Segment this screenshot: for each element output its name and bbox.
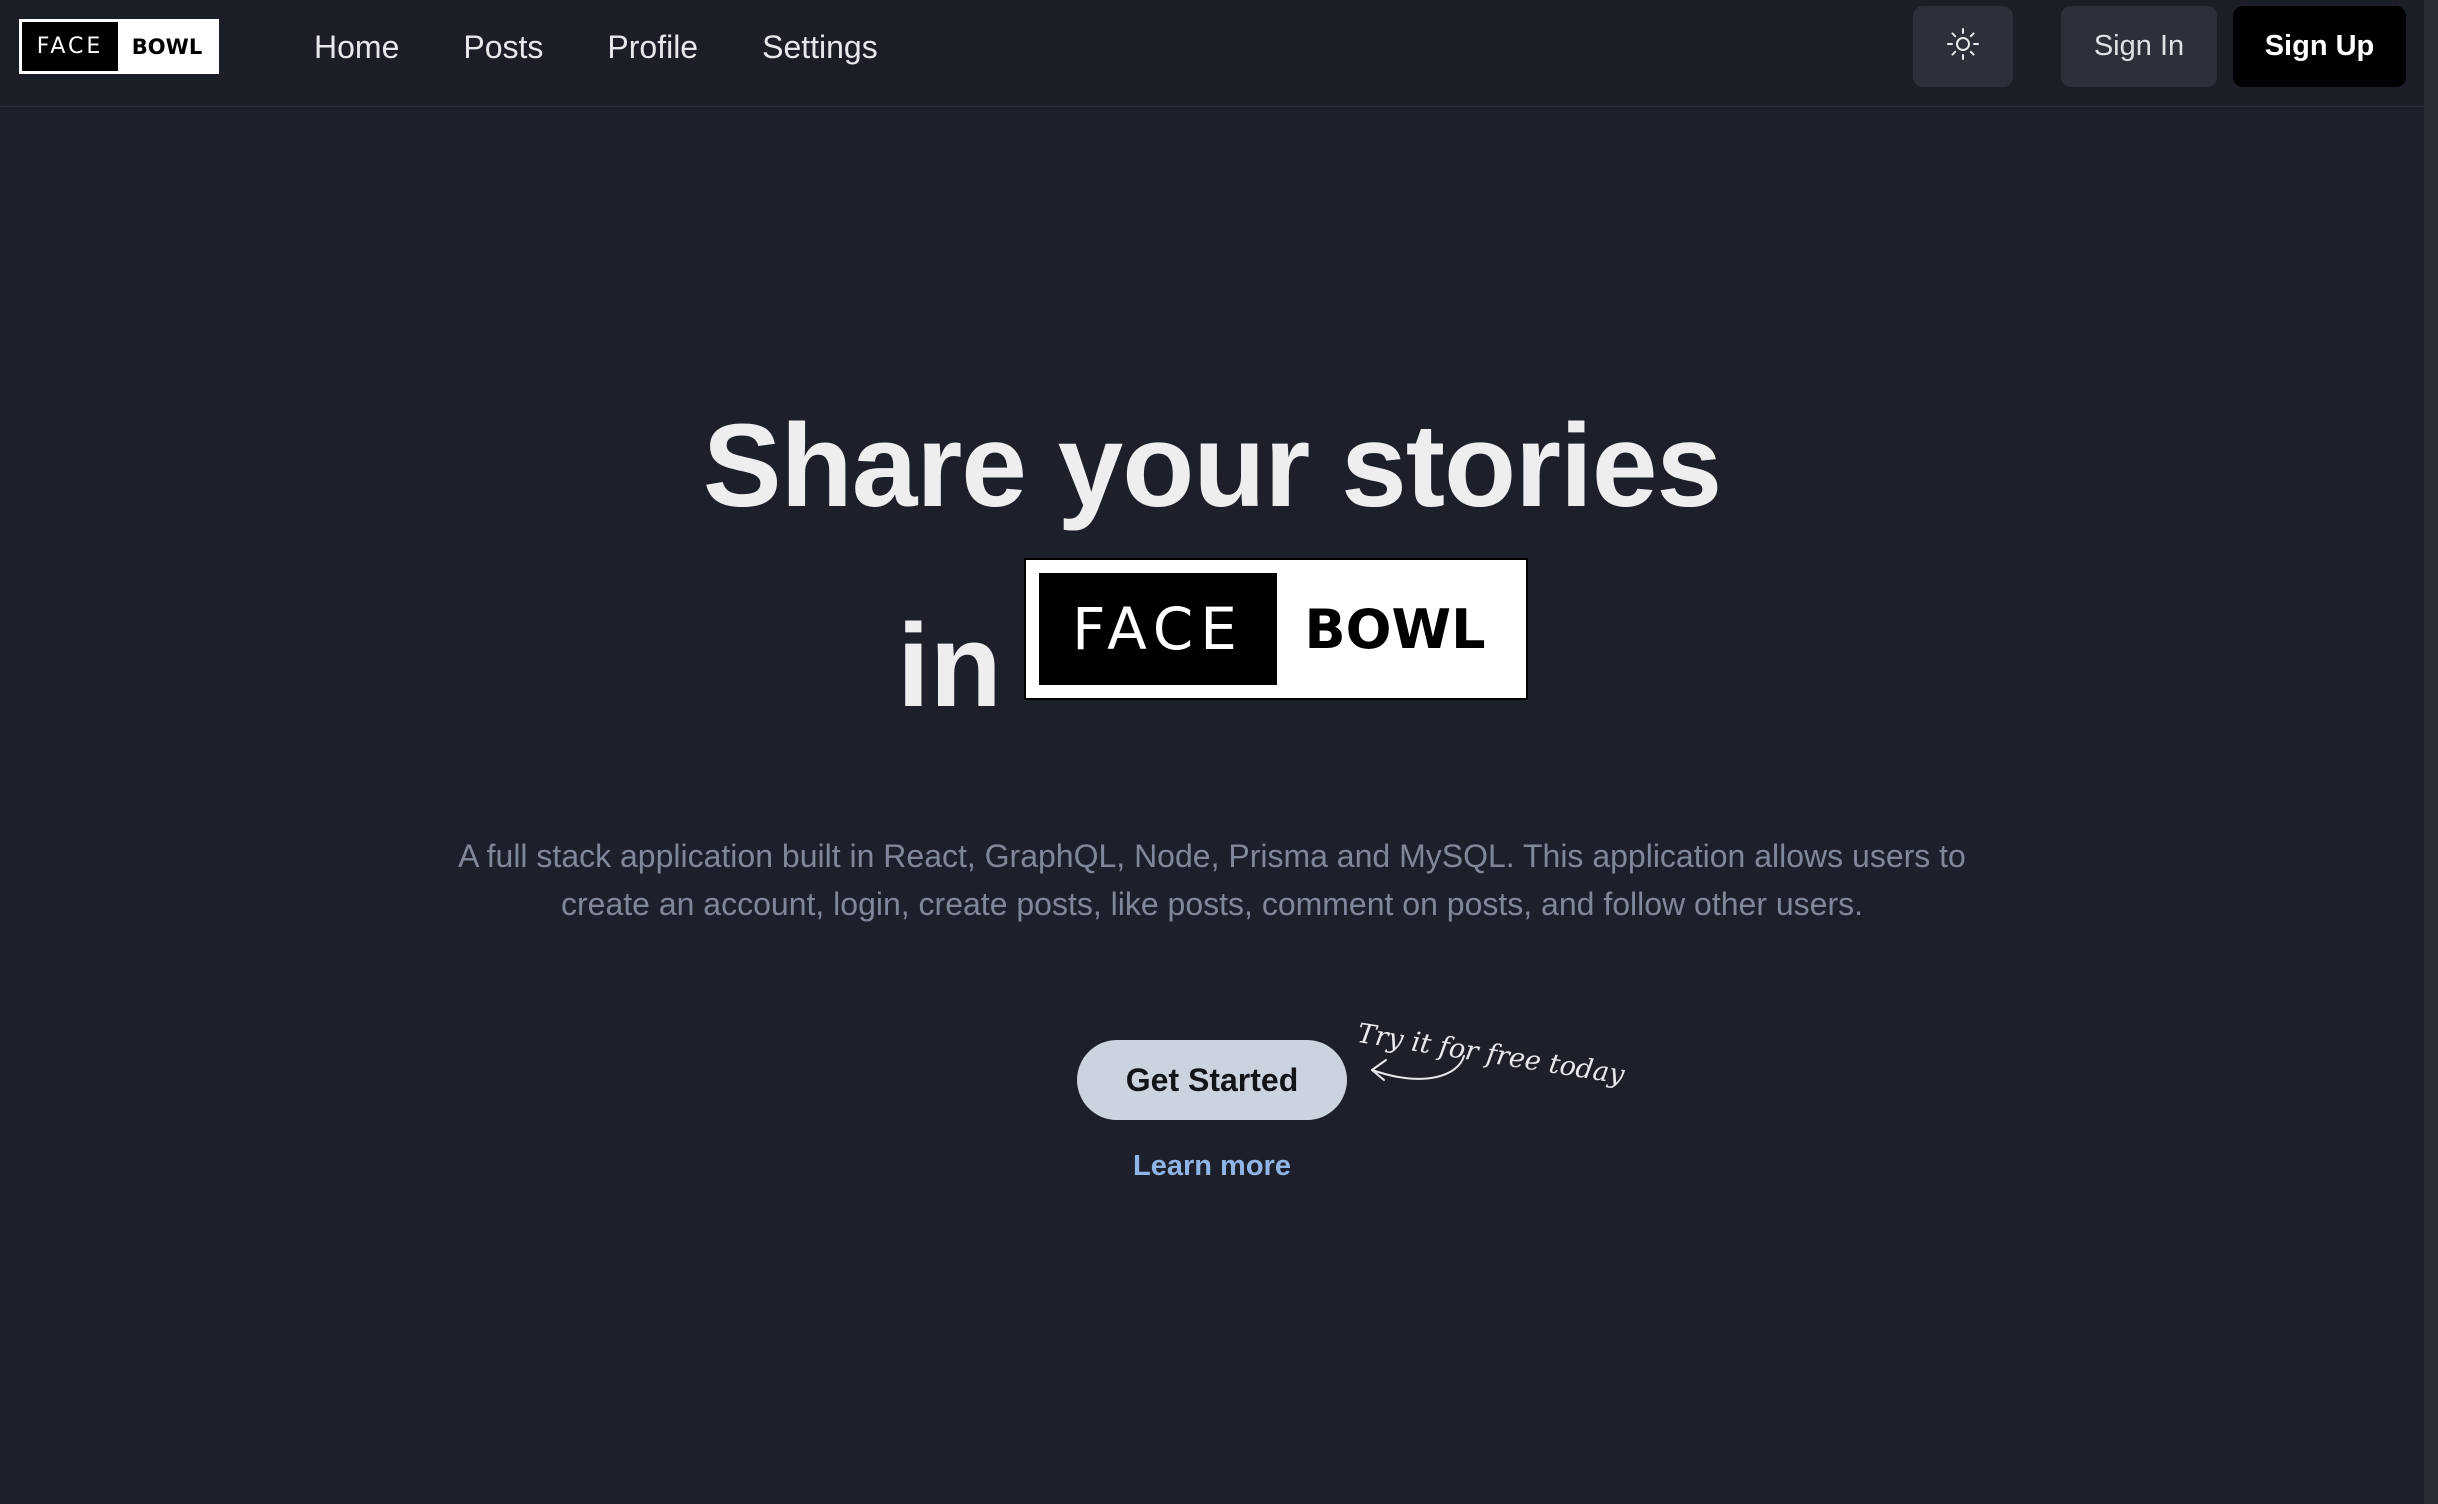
nav-link-home[interactable]: Home [314,29,399,66]
try-free-note: Try it for free today [1355,1000,1626,1100]
scrollbar-track[interactable] [2424,0,2438,1504]
nav-link-posts[interactable]: Posts [463,29,543,66]
hero-logo: FACE BOWL [1026,560,1526,698]
theme-toggle-button[interactable] [1913,6,2013,87]
navbar: FACE BOWL Home Posts Profile Settings Si… [0,0,2424,107]
sign-up-button[interactable]: Sign Up [2233,6,2406,87]
sign-in-button[interactable]: Sign In [2061,6,2217,87]
logo-bowl-text: BOWL [118,22,216,71]
hero-title: Share your stories [702,400,1722,532]
hero-description: A full stack application built in React,… [458,838,1966,922]
hero-in-text: in [897,600,1002,732]
hero-logo-face-text: FACE [1039,573,1277,685]
page: FACE BOWL Home Posts Profile Settings Si… [0,0,2438,1504]
learn-more-link[interactable]: Learn more [0,1150,2424,1183]
nav-logo[interactable]: FACE BOWL [19,19,219,74]
nav-link-settings[interactable]: Settings [762,29,878,66]
sun-icon [1946,27,1980,66]
hero-logo-bowl-text: BOWL [1304,597,1486,661]
nav-link-profile[interactable]: Profile [607,29,698,66]
nav-links: Home Posts Profile Settings [314,0,942,94]
logo-face-text: FACE [22,22,118,71]
get-started-button[interactable]: Get Started [1077,1040,1347,1120]
